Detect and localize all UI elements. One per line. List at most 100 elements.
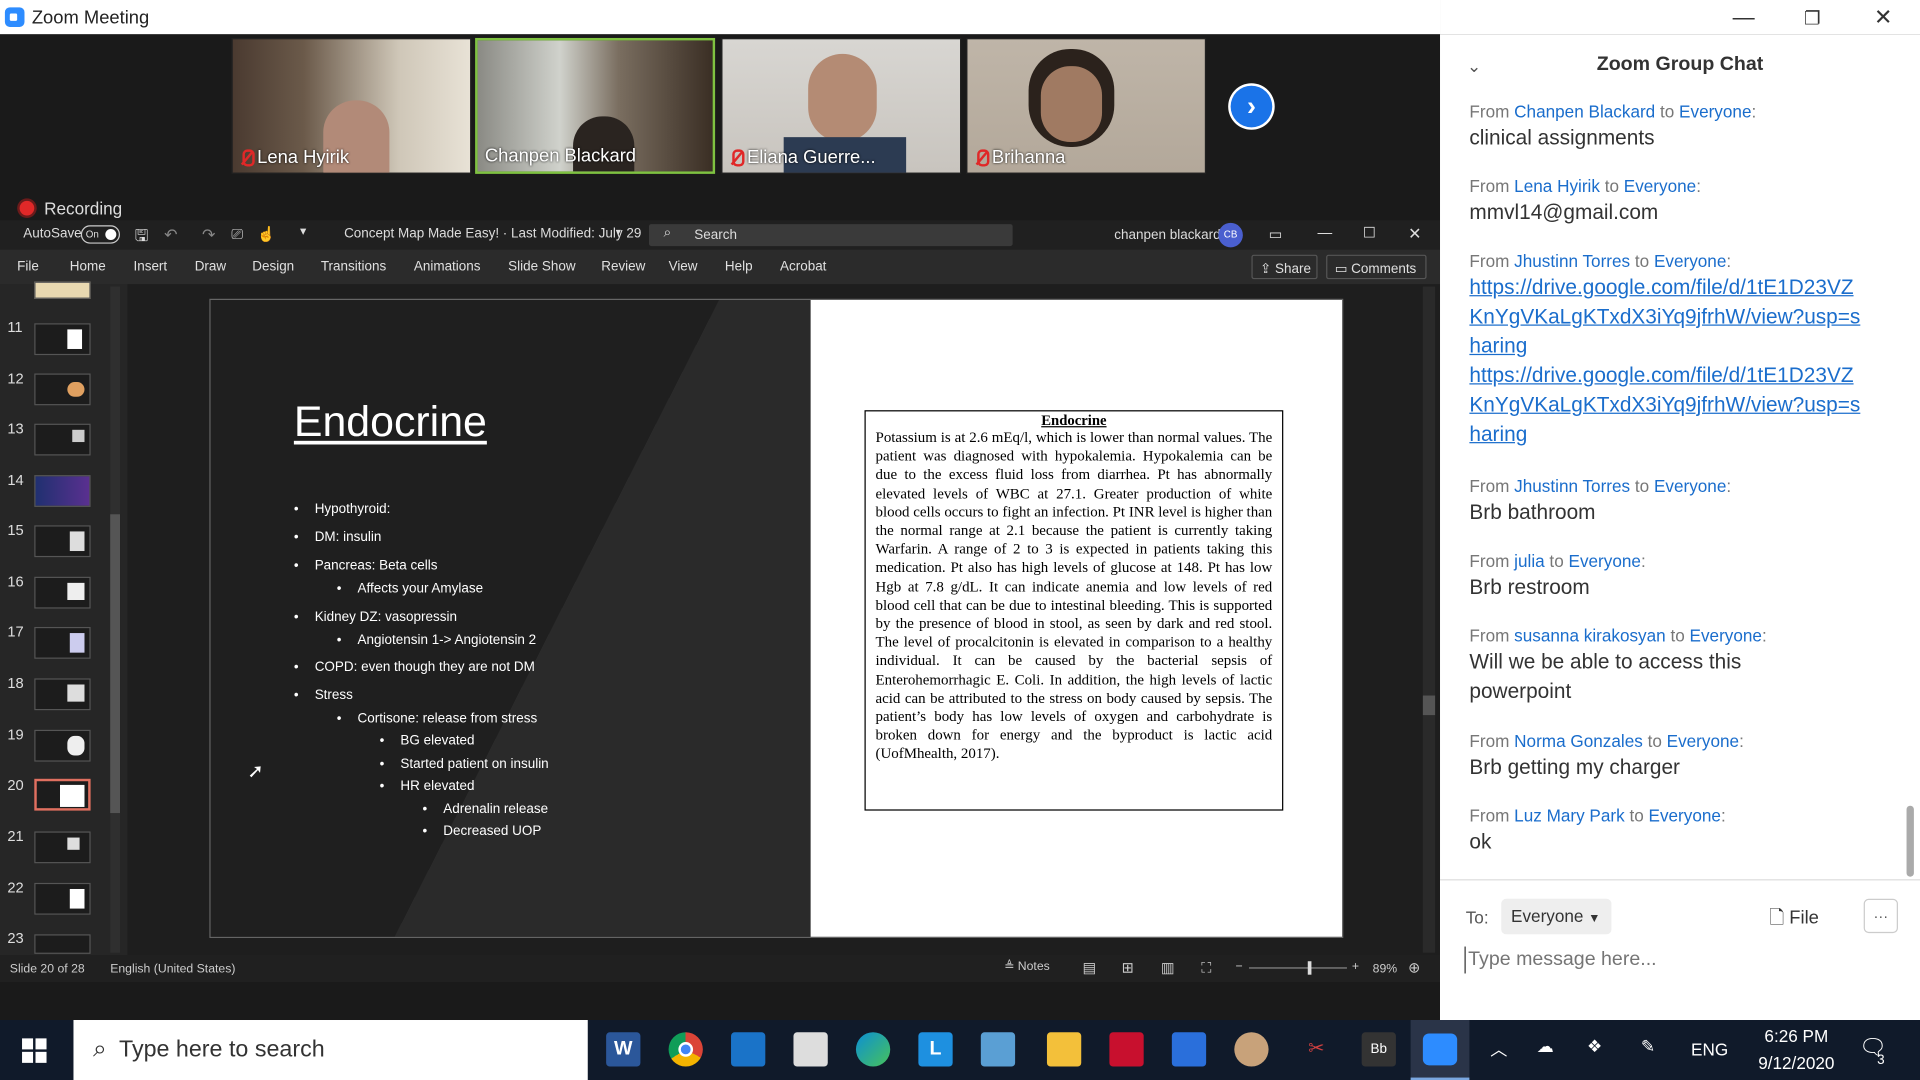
slide-thumbnail[interactable] — [34, 678, 91, 711]
slide-thumbnail[interactable] — [34, 576, 91, 609]
paint-icon[interactable] — [1234, 1032, 1269, 1067]
chat-scrollbar[interactable] — [1906, 805, 1914, 877]
share-button[interactable]: ⇪ Share — [1251, 254, 1318, 280]
tab-review[interactable]: Review — [601, 260, 645, 275]
autosave-toggle[interactable]: On — [80, 225, 121, 244]
blackboard-icon[interactable]: Bb — [1361, 1032, 1396, 1067]
maximize-icon[interactable]: ☐ — [1363, 224, 1376, 241]
slide-thumbnail[interactable] — [34, 373, 91, 406]
tab-slide-show[interactable]: Slide Show — [508, 260, 575, 275]
sender-name[interactable]: julia — [1514, 551, 1544, 571]
slide-thumbnail-selected[interactable] — [34, 778, 91, 811]
slide-scrollbar[interactable] — [1422, 286, 1436, 953]
slide-thumbnail[interactable] — [34, 423, 91, 456]
pen-icon[interactable]: ✎ — [1641, 1036, 1655, 1057]
slideshow-icon[interactable]: ⛶ — [1201, 959, 1211, 977]
current-slide[interactable]: Endocrine Hypothyroid: DM: insulin Pancr… — [209, 298, 1344, 938]
language-indicator[interactable]: English (United States) — [110, 962, 235, 975]
message-link[interactable]: https://drive.google.com/file/d/1tE1D23V… — [1469, 276, 1860, 358]
onedrive-icon[interactable]: ☁ — [1537, 1036, 1554, 1057]
customize-qat-icon[interactable]: ▾ — [300, 225, 306, 238]
recipient-dropdown[interactable]: Everyone ▼ — [1501, 898, 1612, 935]
clock-time[interactable]: 6:26 PM — [1753, 1026, 1839, 1046]
dropbox-icon[interactable]: ❖ — [1587, 1036, 1602, 1057]
chrome-icon[interactable] — [668, 1032, 703, 1067]
normal-view-icon[interactable]: ▤ — [1082, 959, 1096, 976]
word-icon[interactable]: W — [606, 1032, 641, 1067]
tab-acrobat[interactable]: Acrobat — [780, 260, 826, 275]
video-tile-active[interactable]: Chanpen Blackard — [475, 37, 716, 174]
zoom-taskbar-button[interactable] — [1410, 1020, 1470, 1080]
minimize-icon[interactable]: — — [1318, 224, 1333, 241]
sender-name[interactable]: Jhustinn Torres — [1514, 251, 1630, 271]
tab-transitions[interactable]: Transitions — [321, 260, 386, 275]
reading-view-icon[interactable]: ▥ — [1161, 959, 1175, 976]
slide-thumbnail[interactable] — [34, 475, 91, 507]
slide-thumbnail[interactable] — [34, 281, 91, 299]
edge-icon[interactable] — [855, 1032, 891, 1067]
sender-name[interactable]: Luz Mary Park — [1514, 806, 1625, 826]
start-icon[interactable] — [22, 1038, 47, 1063]
snipping-icon[interactable]: ✂ — [1299, 1032, 1334, 1067]
redo-icon[interactable]: ↷ — [202, 225, 215, 245]
close-icon[interactable]: ✕ — [1865, 5, 1902, 31]
restore-icon[interactable]: ❐ — [1794, 7, 1831, 30]
ribbon-display-icon[interactable]: ▭ — [1269, 225, 1283, 242]
tab-home[interactable]: Home — [70, 260, 106, 275]
chat-message-input[interactable] — [1464, 946, 1894, 974]
sender-name[interactable]: Jhustinn Torres — [1514, 476, 1630, 496]
tab-insert[interactable]: Insert — [133, 260, 167, 275]
thumbnail-scrollbar[interactable] — [110, 286, 121, 953]
sender-name[interactable]: Lena Hyirik — [1514, 176, 1600, 196]
lockdown-browser-icon[interactable]: L — [918, 1032, 953, 1067]
clock-date[interactable]: 9/12/2020 — [1747, 1053, 1845, 1073]
tab-draw[interactable]: Draw — [195, 260, 226, 275]
zoom-slider[interactable] — [1248, 961, 1347, 975]
fit-slide-icon[interactable]: ⊕ — [1408, 959, 1420, 976]
ppt-search-box[interactable]: ⌕ Search — [648, 224, 1013, 247]
more-options-button[interactable]: ··· — [1863, 898, 1898, 934]
recording-indicator[interactable]: Recording — [19, 198, 123, 218]
chevron-up-icon[interactable]: ︿ — [1490, 1037, 1507, 1061]
close-icon[interactable]: ✕ — [1408, 224, 1421, 244]
message-link[interactable]: https://drive.google.com/file/d/1tE1D23V… — [1469, 364, 1860, 446]
user-avatar[interactable]: CB — [1218, 222, 1243, 248]
file-explorer-icon[interactable] — [1046, 1032, 1082, 1067]
zoom-in-icon[interactable]: + — [1352, 960, 1359, 973]
file-button[interactable]: 🗋 File — [1769, 905, 1818, 936]
user-name[interactable]: chanpen blackard — [1114, 228, 1220, 243]
slide-thumbnail[interactable] — [34, 525, 91, 558]
sender-name[interactable]: susanna kirakosyan — [1514, 626, 1666, 646]
save-icon[interactable]: 🖫 — [135, 225, 149, 252]
undo-icon[interactable]: ↶ — [164, 225, 177, 245]
tab-view[interactable]: View — [669, 260, 698, 275]
mail-icon[interactable] — [731, 1032, 766, 1067]
language-indicator[interactable]: ENG — [1691, 1040, 1728, 1060]
store-icon[interactable] — [793, 1032, 828, 1067]
tab-design[interactable]: Design — [252, 260, 294, 275]
slide-thumbnail[interactable] — [34, 323, 91, 356]
app-icon[interactable] — [1171, 1032, 1207, 1067]
slide-thumbnail[interactable] — [34, 934, 91, 954]
present-icon[interactable]: ⎚ — [231, 225, 243, 243]
sender-name[interactable]: Norma Gonzales — [1514, 731, 1643, 751]
next-participants-button[interactable]: › — [1228, 83, 1275, 130]
sender-name[interactable]: Chanpen Blackard — [1514, 102, 1655, 122]
video-tile[interactable]: Brihanna — [966, 37, 1207, 174]
zoom-out-icon[interactable]: − — [1236, 960, 1243, 973]
zoom-slider-thumb[interactable] — [1307, 961, 1312, 975]
computer-icon[interactable] — [980, 1032, 1016, 1067]
slide-thumbnail[interactable] — [34, 831, 91, 864]
mcafee-icon[interactable] — [1109, 1032, 1144, 1067]
tab-animations[interactable]: Animations — [414, 260, 481, 275]
slide-thumbnail[interactable] — [34, 729, 91, 762]
tab-help[interactable]: Help — [725, 260, 753, 275]
slide-thumbnail[interactable] — [34, 882, 91, 915]
notes-button[interactable]: ≜ Notes — [1004, 960, 1050, 973]
video-tile[interactable]: Eliana Guerre... — [721, 37, 962, 174]
touch-mode-icon[interactable]: ☝ — [257, 225, 275, 242]
taskbar-search-box[interactable]: ⌕ Type here to search — [73, 1020, 588, 1080]
minimize-icon[interactable]: — — [1725, 5, 1762, 31]
zoom-level[interactable]: 89% — [1373, 962, 1398, 975]
comments-button[interactable]: ▭ Comments — [1326, 254, 1427, 280]
